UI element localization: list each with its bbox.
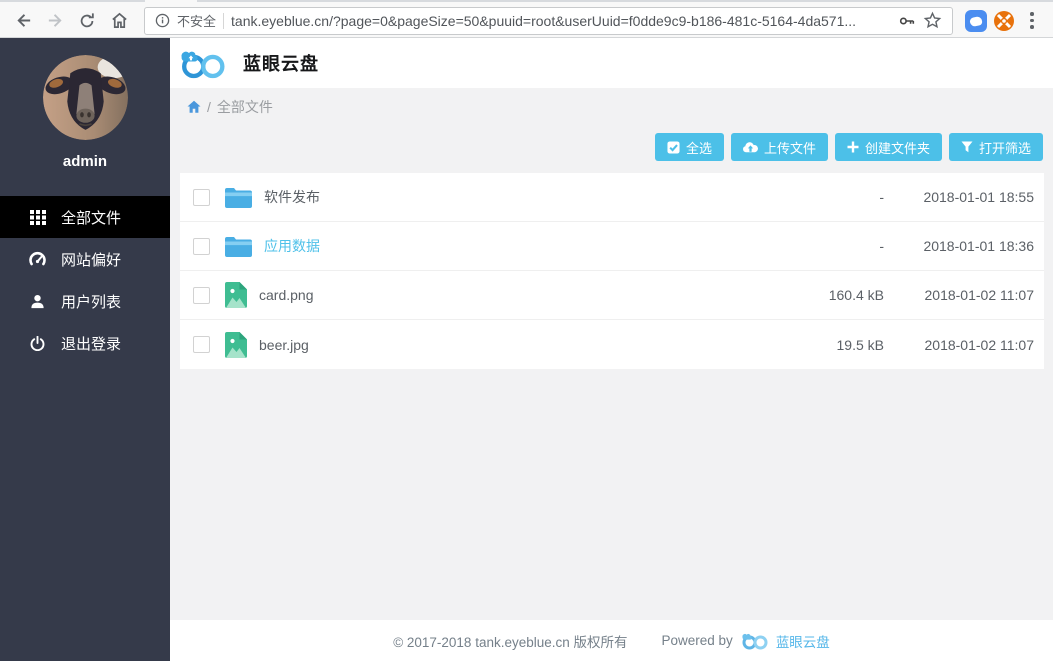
blue-extension-icon xyxy=(965,10,987,32)
tab-strip xyxy=(0,0,1053,2)
back-arrow-icon xyxy=(14,11,33,30)
key-icon[interactable] xyxy=(898,12,916,30)
copyright-text: © 2017-2018 tank.eyeblue.cn 版权所有 xyxy=(393,631,627,651)
upload-file-label: 上传文件 xyxy=(764,138,816,157)
sidebar-menu: 全部文件 网站偏好 用户列表 退出登录 xyxy=(0,196,170,364)
file-date: 2018-01-01 18:55 xyxy=(884,189,1034,205)
brand-link[interactable]: 蓝眼云盘 xyxy=(741,631,830,651)
open-filter-button[interactable]: 打开筛选 xyxy=(949,133,1043,161)
sidebar-item-label: 退出登录 xyxy=(61,333,121,354)
file-row[interactable]: 软件发布 - 2018-01-01 18:55 xyxy=(180,173,1044,222)
sidebar-item-logout[interactable]: 退出登录 xyxy=(0,322,170,364)
row-checkbox[interactable] xyxy=(193,189,210,206)
avatar[interactable] xyxy=(43,55,128,140)
user-icon xyxy=(29,294,46,309)
browser-menu-button[interactable] xyxy=(1019,8,1045,34)
image-file-icon xyxy=(225,332,247,358)
sidebar-item-site-preferences[interactable]: 网站偏好 xyxy=(0,238,170,280)
create-folder-label: 创建文件夹 xyxy=(865,138,930,157)
select-all-button[interactable]: 全选 xyxy=(655,133,724,161)
breadcrumb-current: 全部文件 xyxy=(217,97,273,117)
file-size: - xyxy=(754,238,884,254)
file-date: 2018-01-01 18:36 xyxy=(884,238,1034,254)
app-logo-icon xyxy=(179,46,231,80)
folder-icon xyxy=(225,236,252,257)
back-button[interactable] xyxy=(8,6,38,36)
file-size: - xyxy=(754,189,884,205)
row-checkbox[interactable] xyxy=(193,336,210,353)
breadcrumb: / 全部文件 xyxy=(170,97,1053,117)
brand-text: 蓝眼云盘 xyxy=(776,631,830,651)
omnibox-divider xyxy=(223,13,224,29)
footer: © 2017-2018 tank.eyeblue.cn 版权所有 Powered… xyxy=(170,620,1053,661)
browser-home-icon xyxy=(110,11,129,30)
app-header: 蓝眼云盘 xyxy=(170,38,1053,88)
upload-file-button[interactable]: 上传文件 xyxy=(731,133,828,161)
sidebar-item-label: 网站偏好 xyxy=(61,249,121,270)
plus-icon xyxy=(847,141,859,153)
file-row[interactable]: card.png 160.4 kB 2018-01-02 11:07 xyxy=(180,271,1044,320)
file-size: 19.5 kB xyxy=(754,337,884,353)
folder-icon xyxy=(225,187,252,208)
toolbar: 全选 上传文件 创建文件夹 打开筛选 xyxy=(170,133,1053,161)
cloud-upload-icon xyxy=(743,141,758,154)
forward-arrow-icon xyxy=(46,11,65,30)
extension-blue[interactable] xyxy=(963,8,989,34)
file-name[interactable]: card.png xyxy=(259,287,754,303)
home-icon[interactable] xyxy=(187,100,201,114)
sidebar-item-user-list[interactable]: 用户列表 xyxy=(0,280,170,322)
breadcrumb-separator: / xyxy=(207,99,211,115)
file-name[interactable]: 软件发布 xyxy=(264,187,754,207)
file-list: 软件发布 - 2018-01-01 18:55 应用数据 - 2018-01-0… xyxy=(180,173,1044,369)
kebab-menu-icon xyxy=(1019,12,1045,29)
app-title: 蓝眼云盘 xyxy=(243,50,319,76)
sidebar-item-label: 用户列表 xyxy=(61,291,121,312)
extension-orange[interactable] xyxy=(991,8,1017,34)
forward-button xyxy=(40,6,70,36)
browser-toolbar: 不安全 tank.eyeblue.cn/?page=0&pageSize=50&… xyxy=(0,0,1053,38)
row-checkbox[interactable] xyxy=(193,287,210,304)
grid-icon xyxy=(29,209,46,225)
file-name[interactable]: 应用数据 xyxy=(264,236,754,256)
file-name[interactable]: beer.jpg xyxy=(259,337,754,353)
address-bar[interactable]: 不安全 tank.eyeblue.cn/?page=0&pageSize=50&… xyxy=(144,7,953,35)
file-size: 160.4 kB xyxy=(754,287,884,303)
footer-logo-icon xyxy=(741,631,771,650)
sidebar-item-all-files[interactable]: 全部文件 xyxy=(0,196,170,238)
orange-extension-icon xyxy=(993,10,1015,32)
select-all-label: 全选 xyxy=(686,138,712,157)
power-icon xyxy=(29,336,46,351)
avatar-goat-image xyxy=(43,55,128,140)
open-filter-label: 打开筛选 xyxy=(979,138,1031,157)
sidebar-item-label: 全部文件 xyxy=(61,207,121,228)
reload-icon xyxy=(78,12,96,30)
powered-by-text: Powered by xyxy=(662,633,733,648)
file-row[interactable]: 应用数据 - 2018-01-01 18:36 xyxy=(180,222,1044,271)
create-folder-button[interactable]: 创建文件夹 xyxy=(835,133,942,161)
filter-icon xyxy=(961,141,973,153)
bookmark-star-icon[interactable] xyxy=(923,11,942,30)
sidebar: admin 全部文件 网站偏好 用户列表 xyxy=(0,38,170,661)
reload-button[interactable] xyxy=(72,6,102,36)
file-row[interactable]: beer.jpg 19.5 kB 2018-01-02 11:07 xyxy=(180,320,1044,369)
gauge-icon xyxy=(29,251,46,268)
security-label[interactable]: 不安全 xyxy=(177,11,216,30)
image-file-icon xyxy=(225,282,247,308)
file-date: 2018-01-02 11:07 xyxy=(884,337,1034,353)
info-circle-icon[interactable] xyxy=(155,13,170,28)
row-checkbox[interactable] xyxy=(193,238,210,255)
home-button[interactable] xyxy=(104,6,134,36)
check-square-icon xyxy=(667,141,680,154)
username: admin xyxy=(0,153,170,170)
file-date: 2018-01-02 11:07 xyxy=(884,287,1034,303)
url-text[interactable]: tank.eyeblue.cn/?page=0&pageSize=50&puui… xyxy=(231,13,891,29)
content-area: / 全部文件 全选 上传文件 创建文件夹 打开筛选 xyxy=(170,88,1053,620)
